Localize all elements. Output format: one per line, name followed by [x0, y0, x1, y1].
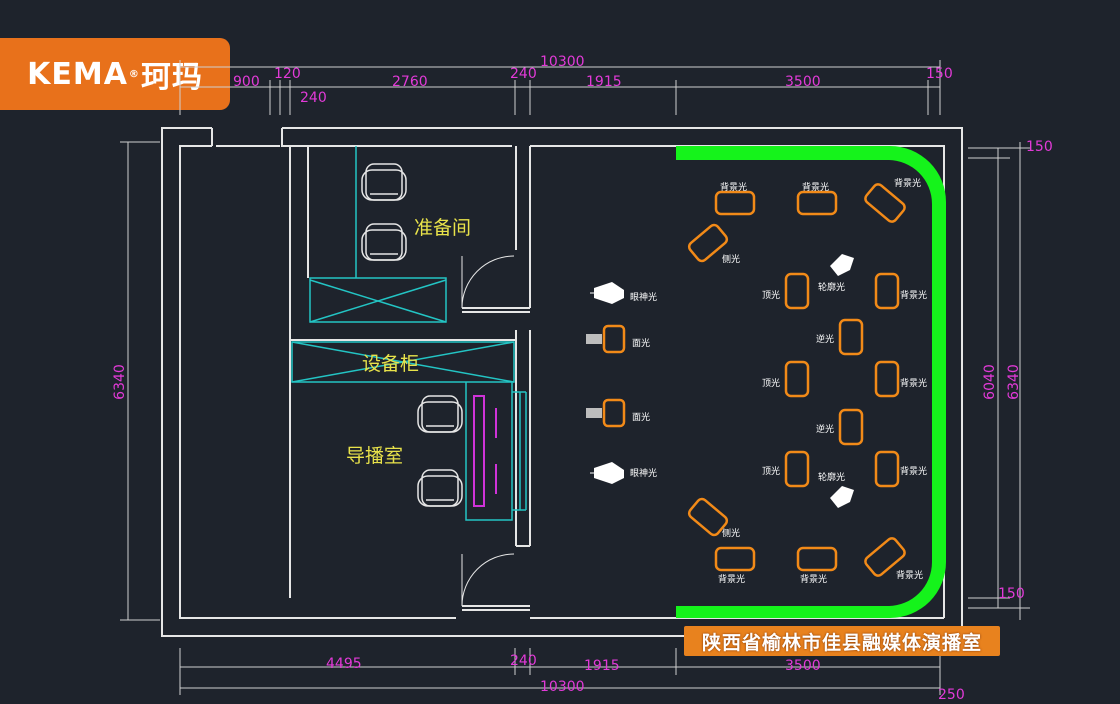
dim-right-6340: 6340 [1006, 364, 1022, 400]
dim-right-top-150: 150 [1026, 139, 1053, 155]
floor-plan: 10300 900 120 240 2760 240 1915 3500 150… [112, 54, 1053, 703]
dim-bottom-250: 250 [938, 687, 965, 703]
label-backdrop-3: 背景光 [894, 177, 921, 189]
label-side-bottom: 侧光 [722, 527, 740, 539]
dim-top-120: 120 [274, 66, 301, 82]
label-face-light-1: 面光 [632, 337, 650, 349]
backdrop-light-top-2 [796, 190, 838, 216]
back-light-2 [838, 408, 864, 446]
chair-prep-2 [361, 223, 407, 261]
dim-bottom-3500: 3500 [785, 658, 821, 674]
chair-director-2 [417, 469, 463, 507]
label-backdrop-bottom-2: 背景光 [800, 573, 827, 585]
side-dimension-lines [120, 141, 1030, 621]
label-backdrop-mid-3: 背景光 [900, 465, 927, 477]
dim-top-240a: 240 [300, 90, 327, 106]
dim-bottom-1915: 1915 [584, 658, 620, 674]
label-backdrop-1: 背景光 [720, 181, 747, 193]
dim-top-150: 150 [926, 66, 953, 82]
dim-right-bottom-150: 150 [998, 586, 1025, 602]
dim-top-900: 900 [233, 74, 260, 90]
label-eye-light-bottom: 眼神光 [630, 467, 657, 479]
walls [161, 127, 963, 637]
eye-light-top [590, 282, 624, 304]
dim-bottom-240: 240 [510, 653, 537, 669]
dim-top-3500: 3500 [785, 74, 821, 90]
label-backdrop-bottom-3: 背景光 [896, 569, 923, 581]
room-label-cabinet: 设备柜 [362, 353, 419, 375]
label-top-1: 顶光 [762, 289, 780, 301]
dim-top-240b: 240 [510, 66, 537, 82]
chair-director-1 [417, 395, 463, 433]
face-light-2 [586, 398, 626, 428]
top-light-1 [784, 272, 810, 310]
contour-light-bottom [830, 486, 854, 508]
plan-caption-text: 陕西省榆林市佳县融媒体演播室 [701, 631, 982, 654]
dim-top-total: 10300 [540, 54, 585, 70]
cyan-fixtures [291, 146, 527, 521]
backdrop-light-bottom-2 [796, 546, 838, 572]
dim-bottom-4495: 4495 [326, 656, 362, 672]
plan-caption: 陕西省榆林市佳县融媒体演播室 [684, 626, 1000, 656]
label-backdrop-2: 背景光 [802, 181, 829, 193]
room-label-prep: 准备间 [414, 217, 471, 239]
label-contour-top: 轮廓光 [818, 281, 845, 293]
contour-light-top [830, 254, 854, 276]
face-light-1 [586, 324, 626, 354]
label-back-2: 逆光 [816, 423, 834, 435]
room-label-director: 导播室 [346, 445, 403, 467]
dim-bottom-total: 10300 [540, 679, 585, 695]
director-console [473, 395, 497, 507]
top-light-2 [784, 360, 810, 398]
backdrop-light-top-1 [714, 190, 756, 216]
label-backdrop-mid-1: 背景光 [900, 289, 927, 301]
label-side-top: 侧光 [722, 253, 740, 265]
back-light-1 [838, 318, 864, 356]
chair-prep-1 [361, 163, 407, 201]
dim-top-1915: 1915 [586, 74, 622, 90]
label-backdrop-bottom-1: 背景光 [718, 573, 745, 585]
label-top-2: 顶光 [762, 377, 780, 389]
studio-lights: 眼神光 面光 面光 眼神光 [586, 282, 657, 484]
dim-right-6040: 6040 [982, 364, 998, 400]
backdrop-light-mid-1 [874, 272, 900, 310]
label-contour-bottom: 轮廓光 [818, 471, 845, 483]
backdrop-light-mid-2 [874, 360, 900, 398]
stage-lights [687, 183, 906, 577]
label-face-light-2: 面光 [632, 411, 650, 423]
backdrop-light-mid-3 [874, 450, 900, 488]
label-eye-light-top: 眼神光 [630, 291, 657, 303]
top-light-3 [784, 450, 810, 488]
backdrop-light-bottom-1 [714, 546, 756, 572]
dim-top-2760: 2760 [392, 74, 428, 90]
label-back-1: 逆光 [816, 333, 834, 345]
label-top-3: 顶光 [762, 465, 780, 477]
label-backdrop-mid-2: 背景光 [900, 377, 927, 389]
dim-left-6340: 6340 [112, 364, 128, 400]
eye-light-bottom [590, 462, 624, 484]
